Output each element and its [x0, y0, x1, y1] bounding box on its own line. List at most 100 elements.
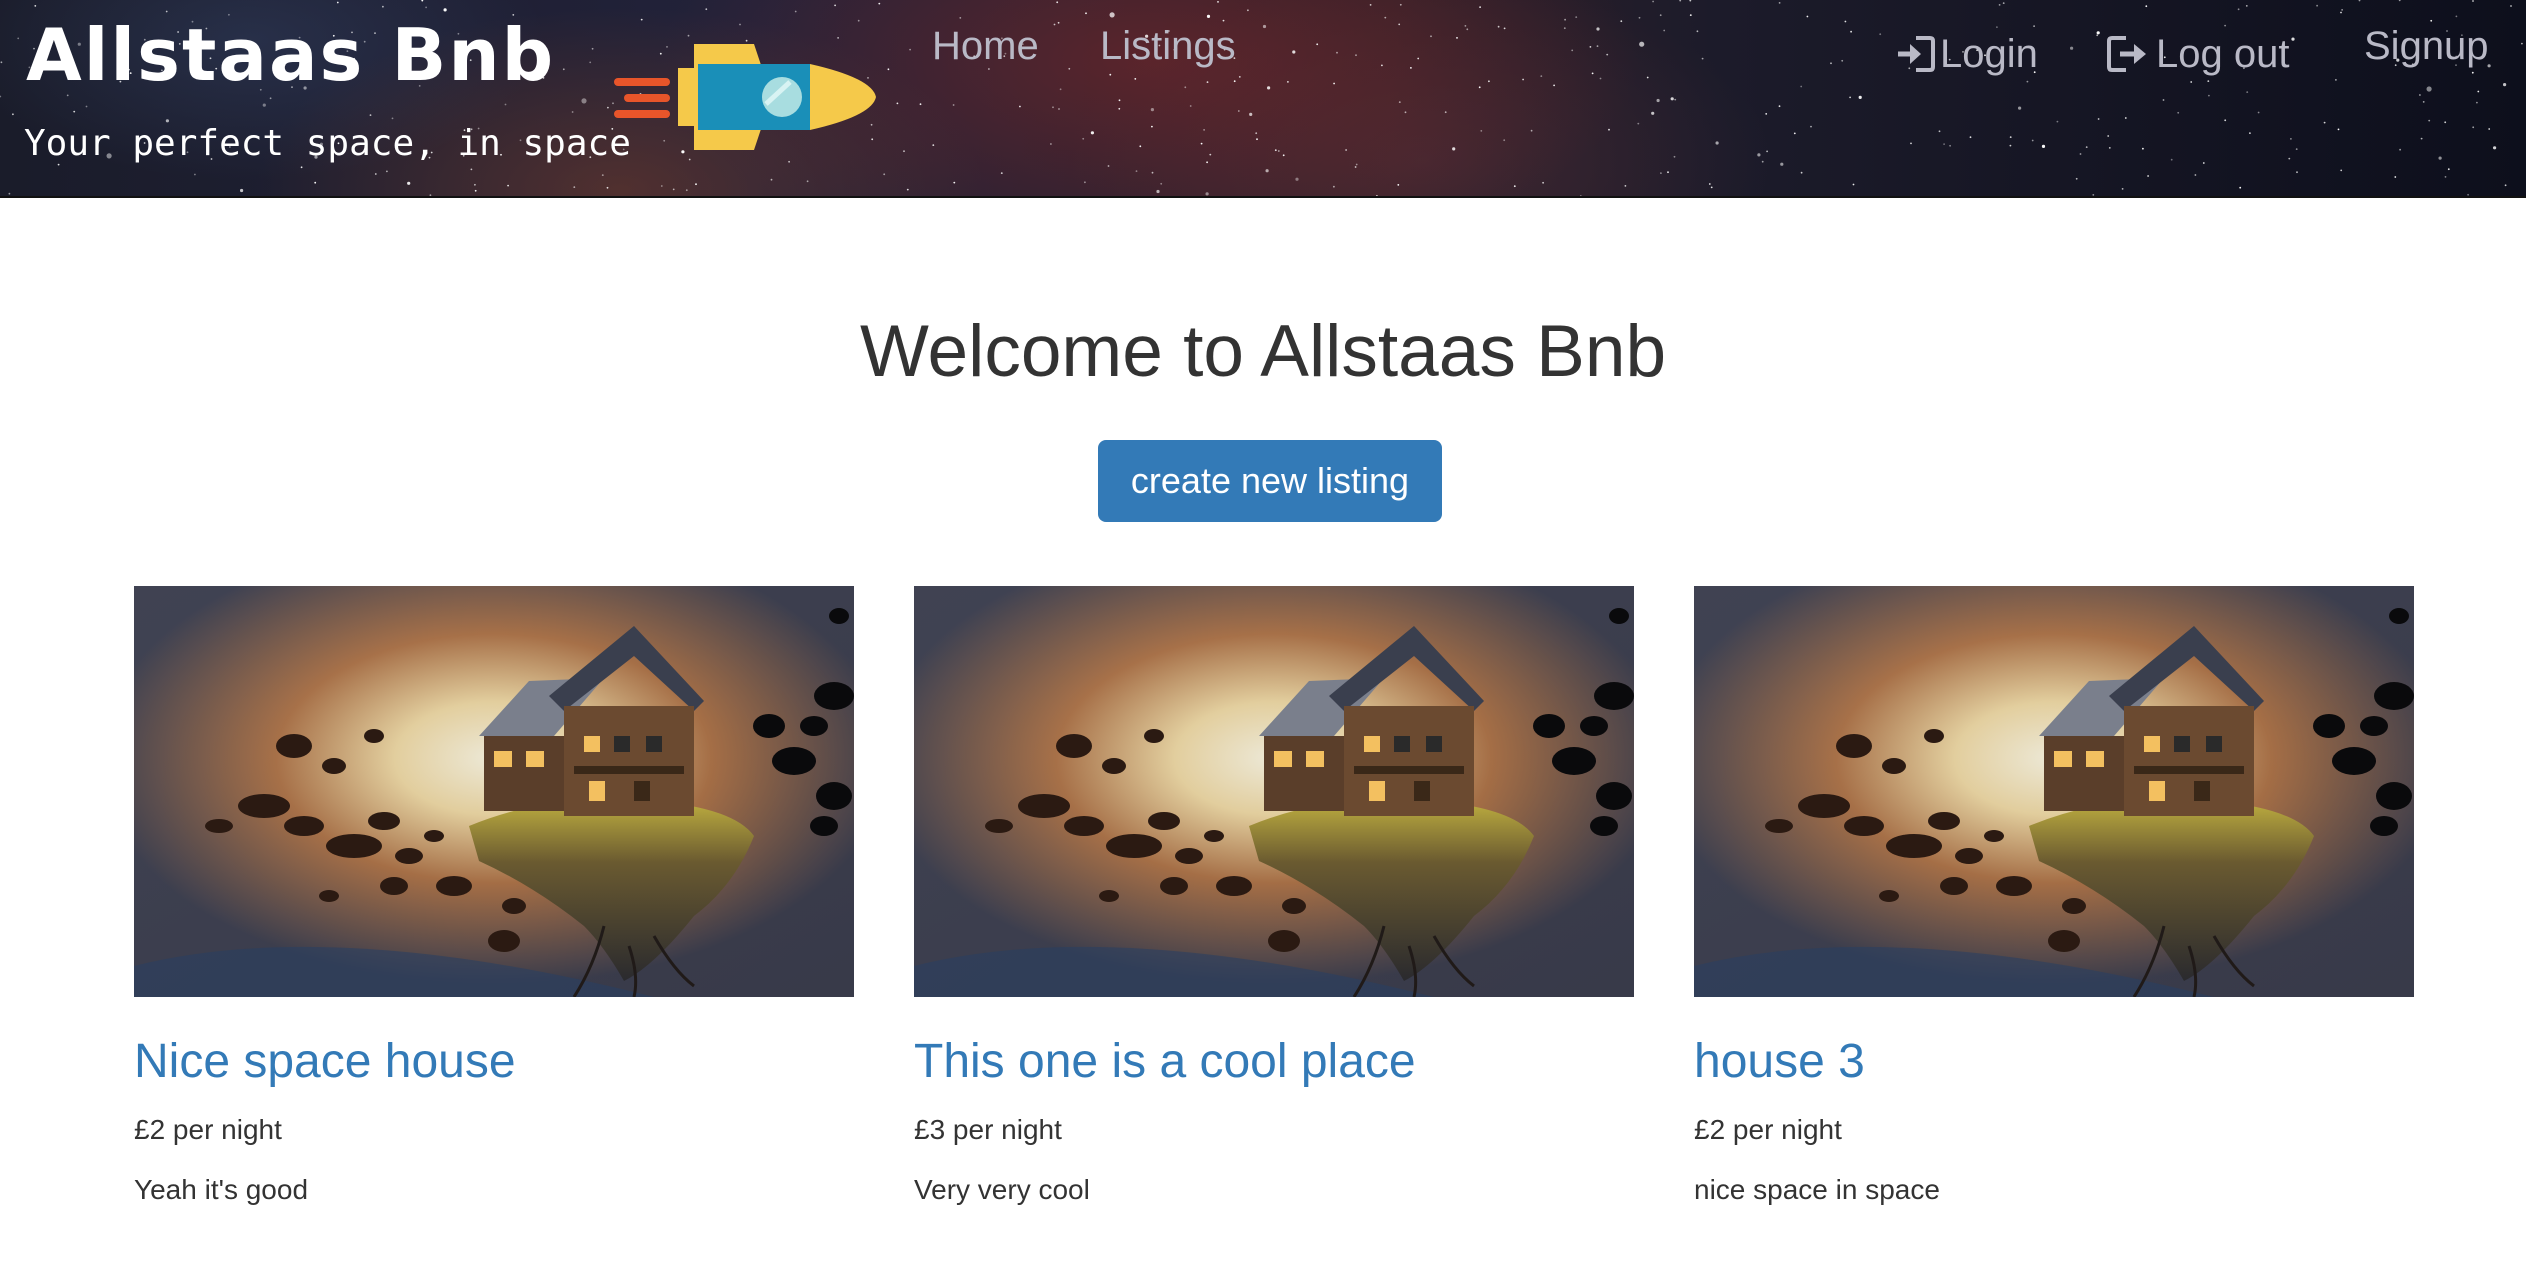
star [2162, 99, 2165, 101]
listing-title[interactable]: Nice space house [134, 1034, 516, 1089]
star [1249, 112, 1253, 116]
star [2422, 101, 2425, 103]
star [2291, 37, 2295, 41]
star [952, 104, 955, 106]
star [1052, 106, 1054, 109]
nav-listings-link[interactable]: Listings [1100, 22, 1236, 70]
star [2257, 111, 2260, 114]
star [1579, 195, 1582, 196]
star [1540, 75, 1543, 77]
nav-home-link[interactable]: Home [932, 22, 1039, 70]
star [1464, 25, 1467, 27]
star [1292, 50, 1296, 54]
star [1596, 27, 1600, 31]
star [1938, 130, 1941, 133]
star [2070, 46, 2074, 50]
star [1233, 80, 1236, 83]
star [2009, 136, 2012, 139]
star [1943, 143, 1945, 146]
star [443, 8, 447, 12]
star [1184, 86, 1187, 89]
listing-title[interactable]: This one is a cool place [914, 1034, 1416, 1089]
star [470, 168, 473, 171]
star [589, 61, 592, 64]
star [1670, 97, 1674, 101]
star [1452, 147, 1456, 151]
listing-title[interactable]: house 3 [1694, 1034, 1865, 1089]
star [1355, 163, 1358, 166]
star [2097, 118, 2100, 120]
star [369, 114, 372, 116]
star [2202, 162, 2205, 164]
rocket-icon [614, 44, 876, 150]
star [1238, 76, 1241, 78]
star [1497, 25, 1500, 28]
star [1376, 195, 1378, 196]
star [1488, 80, 1490, 83]
star [2493, 146, 2497, 150]
listing-image[interactable] [134, 586, 854, 997]
nav-signup-link[interactable]: Signup [2364, 22, 2489, 70]
star [1778, 2, 1781, 4]
listing-price: £2 per night [1694, 1114, 1842, 1145]
nav-logout-link[interactable]: Log out [2106, 30, 2289, 78]
star [262, 103, 266, 107]
listing-card: house 3 £2 per night nice space in space [1694, 586, 2414, 1205]
star [1765, 113, 1768, 115]
star [2323, 121, 2326, 124]
star [1553, 84, 1555, 87]
listing-image[interactable] [914, 586, 1634, 997]
star [2358, 0, 2361, 2]
star [2447, 168, 2450, 171]
star [73, 110, 76, 113]
star [1267, 86, 1271, 90]
star [1397, 184, 1400, 186]
star [571, 111, 574, 113]
star [1503, 139, 1506, 142]
star [857, 19, 860, 22]
star [2290, 138, 2292, 140]
star [2249, 132, 2251, 135]
brand-title[interactable]: Allstaas Bnb [26, 14, 555, 97]
star [1354, 166, 1357, 168]
star [2510, 5, 2512, 7]
create-listing-button[interactable]: create new listing [1098, 440, 1442, 522]
star [2504, 184, 2507, 187]
star [1689, 0, 1692, 2]
star [1189, 105, 1192, 107]
star [2224, 24, 2227, 27]
star [1879, 33, 1882, 36]
star [1262, 24, 1267, 29]
star [1295, 177, 1299, 181]
star [794, 10, 797, 13]
nav-login-link[interactable]: Login [1894, 30, 2038, 78]
star [1679, 0, 1682, 2]
star [1513, 185, 1516, 188]
star [2394, 176, 2397, 178]
star [1381, 64, 1383, 67]
star [1660, 172, 1662, 175]
star [2092, 194, 2095, 196]
star [1444, 111, 1447, 114]
star [1109, 73, 1112, 76]
star [573, 186, 576, 189]
star [1255, 132, 1258, 135]
star [474, 183, 476, 186]
star [2142, 147, 2144, 150]
star [1659, 14, 1662, 17]
star [1778, 105, 1781, 108]
listing-image[interactable] [1694, 586, 2414, 997]
star [1085, 12, 1087, 15]
star [2056, 120, 2059, 123]
star [1596, 45, 1599, 47]
star [2239, 186, 2242, 189]
star [743, 197, 745, 198]
star [240, 188, 244, 193]
star [2340, 169, 2343, 172]
star [1355, 54, 1357, 57]
star [788, 160, 790, 163]
star [562, 68, 565, 71]
star [1689, 14, 1692, 16]
star [1800, 85, 1803, 88]
star [601, 174, 604, 177]
